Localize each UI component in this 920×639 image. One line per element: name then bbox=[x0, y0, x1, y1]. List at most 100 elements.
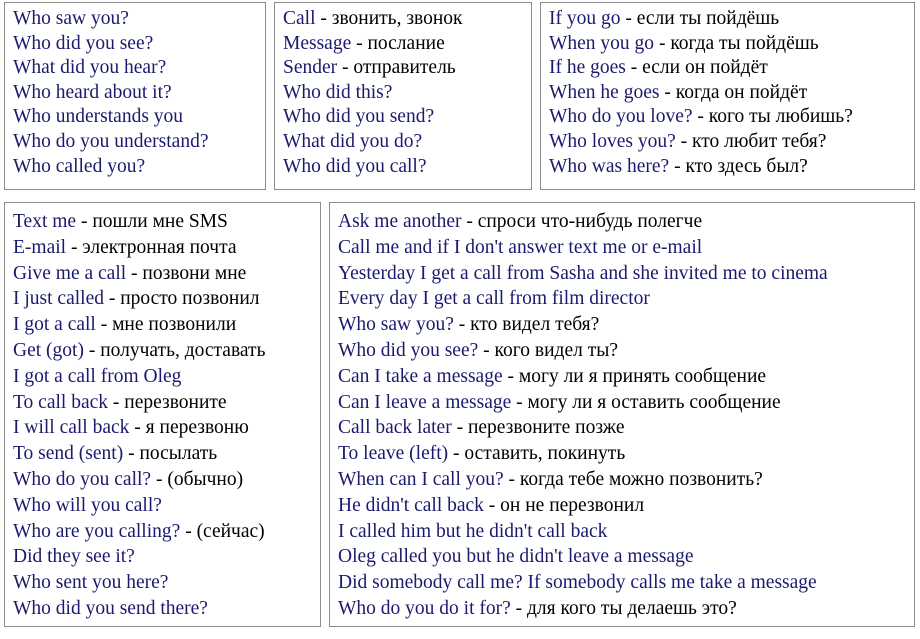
phrase-russian: (сейчас) bbox=[196, 520, 265, 542]
phrase-english: Can I take a message bbox=[338, 365, 503, 387]
phrase-line: I will call back - я перезвоню bbox=[13, 415, 320, 441]
phrase-russian: кого видел ты? bbox=[494, 339, 618, 361]
phrase-line: Who loves you? - кто любит тебя? bbox=[549, 130, 914, 155]
phrase-separator: - bbox=[151, 468, 168, 490]
phrase-russian: просто позвонил bbox=[120, 288, 260, 310]
phrase-english: Did they see it? bbox=[13, 546, 135, 568]
phrase-line: If he goes - если он пойдёт bbox=[549, 56, 914, 81]
phrase-line: I got a call - мне позвонили bbox=[13, 312, 320, 338]
phrase-line: Can I take a message - могу ли я принять… bbox=[338, 364, 914, 390]
phrase-line: When can I call you? - когда тебе можно … bbox=[338, 467, 914, 493]
phrase-separator: - bbox=[76, 211, 93, 232]
phrase-english: Get (got) bbox=[13, 339, 84, 361]
phrase-english: Who called you? bbox=[13, 155, 146, 177]
phrase-english: Who did you send? bbox=[283, 106, 435, 128]
phrase-english: I will call back bbox=[13, 417, 130, 439]
phrase-russian: когда тебе можно позвонить? bbox=[519, 468, 763, 490]
phrase-line: Yesterday I get a call from Sasha and sh… bbox=[338, 261, 914, 287]
phrase-line: Give me a call - позвони мне bbox=[13, 261, 320, 287]
phrase-separator: - bbox=[620, 8, 637, 29]
phrase-russian: отправитель bbox=[353, 57, 456, 79]
phrase-line: I just called - просто позвонил bbox=[13, 286, 320, 312]
phrase-separator: - bbox=[315, 8, 332, 29]
phrase-russian: спроси что-нибудь полегче bbox=[477, 211, 703, 232]
phrase-box-bottom-1: Text me - пошли мне SMS E-mail - электрон… bbox=[4, 202, 321, 627]
phrase-separator: - bbox=[95, 314, 113, 336]
phrase-separator: - bbox=[669, 155, 686, 177]
phrase-line: Who sent you here? bbox=[13, 570, 320, 596]
phrase-english: Who was here? bbox=[549, 155, 670, 177]
phrase-separator: - bbox=[692, 106, 709, 128]
phrase-line: When you go - когда ты пойдёшь bbox=[549, 32, 914, 57]
phrase-russian: перезвоните позже bbox=[467, 417, 625, 439]
phrase-separator: - bbox=[103, 288, 121, 310]
phrase-separator: - bbox=[461, 211, 478, 232]
phrase-russian: (обычно) bbox=[167, 468, 244, 490]
phrase-line: Who understands you bbox=[13, 105, 265, 130]
phrase-box-top-1: Who saw you? Who did you see? What did you… bbox=[4, 2, 266, 190]
phrase-line: Who was here? - кто здесь был? bbox=[549, 155, 914, 180]
phrase-line: Who do you call? - (обычно) bbox=[13, 467, 320, 493]
phrase-english: When you go bbox=[549, 32, 655, 54]
phrase-english: Who do you do it for? bbox=[338, 597, 511, 619]
phrase-separator: - bbox=[180, 520, 197, 542]
phrase-separator: - bbox=[448, 443, 465, 465]
phrase-english: What did you hear? bbox=[13, 57, 167, 79]
phrase-english: Sender bbox=[283, 57, 338, 79]
phrase-english: If he goes bbox=[549, 57, 626, 79]
phrase-russian: послание bbox=[367, 32, 445, 54]
phrase-english: Who do you love? bbox=[549, 106, 693, 128]
phrase-separator: - bbox=[659, 81, 676, 103]
phrase-separator: - bbox=[83, 339, 101, 361]
phrase-line: I called him but he didn't call back bbox=[338, 519, 914, 545]
phrase-english: To leave (left) bbox=[338, 443, 449, 465]
phrase-english: Can I leave a message bbox=[338, 391, 512, 413]
phrase-separator: - bbox=[453, 314, 471, 336]
phrase-english: Ask me another bbox=[338, 211, 462, 232]
phrase-separator: - bbox=[451, 417, 468, 439]
phrase-russian: могу ли я принять сообщение bbox=[518, 365, 767, 387]
phrase-line: If you go - если ты пойдёшь bbox=[549, 7, 914, 32]
phrase-english: Who did you see? bbox=[13, 32, 154, 54]
phrase-line: Who do you understand? bbox=[13, 130, 265, 155]
phrase-separator: - bbox=[108, 391, 125, 413]
phrase-english: When can I call you? bbox=[338, 468, 504, 490]
phrase-line: Who did you see? - кого видел ты? bbox=[338, 338, 914, 364]
phrase-separator: - bbox=[675, 130, 692, 152]
phrase-list: Ask me another - спроси что-нибудь полег… bbox=[330, 203, 914, 624]
phrase-russian: оставить, покинуть bbox=[464, 443, 626, 465]
phrase-line: Who did you call? bbox=[283, 155, 531, 180]
phrase-english: Who heard about it? bbox=[13, 81, 172, 103]
phrase-line: E-mail - электронная почта bbox=[13, 235, 320, 261]
phrase-list: Who saw you? Who did you see? What did you… bbox=[5, 3, 265, 181]
phrase-separator: - bbox=[502, 365, 519, 387]
phrase-russian: если он пойдёт bbox=[642, 57, 768, 79]
phrase-line: When he goes - когда он пойдёт bbox=[549, 81, 914, 106]
phrase-line: Who do you do it for? - для кого ты дела… bbox=[338, 596, 914, 622]
phrase-line: Did somebody call me? If somebody calls … bbox=[338, 570, 914, 596]
phrase-english: What did you do? bbox=[283, 130, 423, 152]
phrase-english: I got a call from Oleg bbox=[13, 365, 182, 387]
phrase-line: Message - послание bbox=[283, 32, 531, 57]
phrase-line: Who will you call? bbox=[13, 493, 320, 519]
phrase-english: Who saw you? bbox=[338, 314, 454, 336]
phrase-line: He didn't call back - он не перезвонил bbox=[338, 493, 914, 519]
phrase-english: When he goes bbox=[549, 81, 660, 103]
phrase-line: Who did you send? bbox=[283, 105, 531, 130]
phrase-separator: - bbox=[511, 391, 528, 413]
phrase-line: To send (sent) - посылать bbox=[13, 441, 320, 467]
phrase-line: Who heard about it? bbox=[13, 81, 265, 106]
phrase-russian: мне позвонили bbox=[112, 314, 237, 336]
phrase-line: Who saw you? bbox=[13, 7, 265, 32]
phrase-english: Who saw you? bbox=[13, 8, 129, 29]
phrase-english: If you go bbox=[549, 8, 621, 29]
phrase-line: Call me and if I don't answer text me or… bbox=[338, 235, 914, 261]
phrase-english: Call bbox=[283, 8, 316, 29]
phrase-list: If you go - если ты пойдёшь When you go -… bbox=[541, 3, 914, 181]
phrase-separator: - bbox=[483, 494, 501, 516]
phrase-line: Sender - отправитель bbox=[283, 56, 531, 81]
phrase-english: Oleg called you but he didn't leave a me… bbox=[338, 546, 694, 568]
phrase-box-top-3: If you go - если ты пойдёшь When you go -… bbox=[540, 2, 915, 190]
phrase-english: Who do you call? bbox=[13, 468, 152, 490]
phrase-english: Who understands you bbox=[13, 106, 184, 128]
